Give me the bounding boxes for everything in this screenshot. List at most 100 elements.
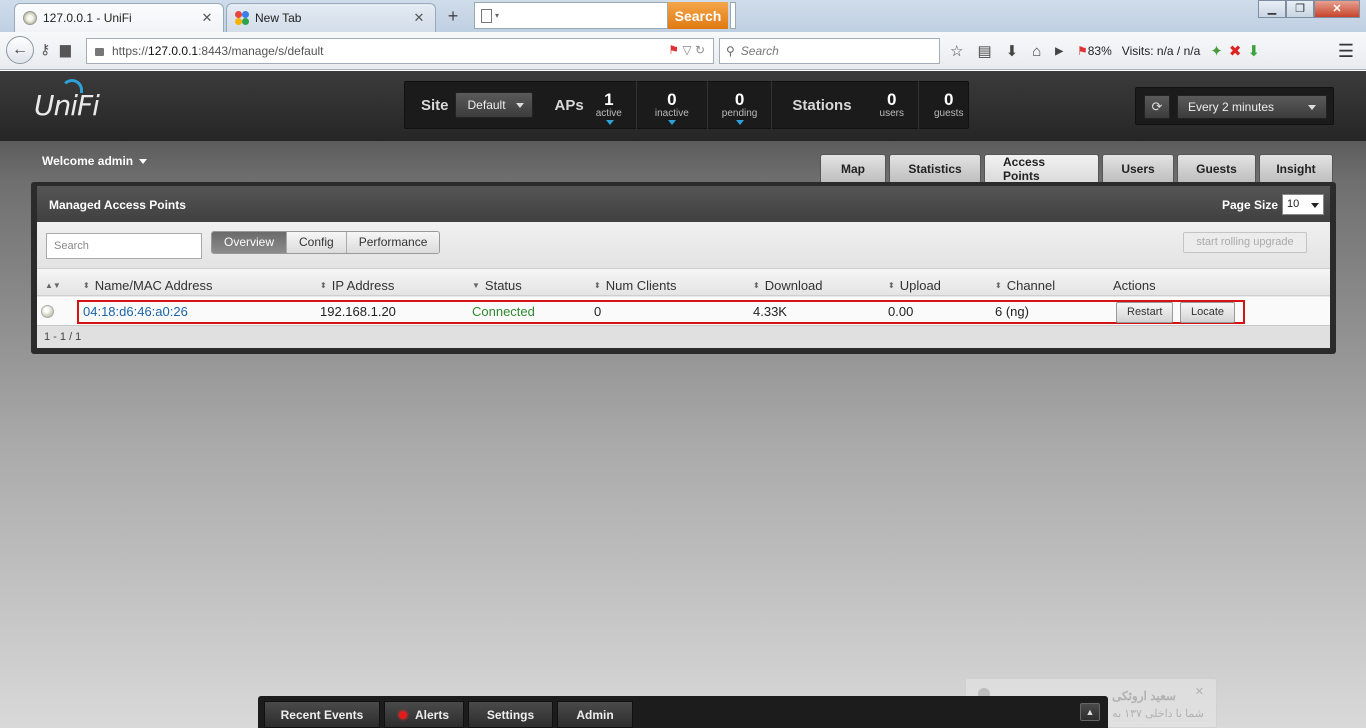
ap-search-input[interactable]: Search [46, 233, 202, 259]
sort-icon: ⬍ [753, 281, 760, 290]
chevron-down-icon [605, 120, 614, 125]
browser-tab-new[interactable]: New Tab ✕ [226, 3, 436, 32]
restart-button[interactable]: Restart [1116, 302, 1174, 323]
close-tab-icon[interactable]: ✕ [199, 10, 215, 26]
rolling-upgrade-button[interactable]: start rolling upgrade [1183, 232, 1307, 253]
stations-users-stat[interactable]: 0 users [866, 81, 918, 129]
managed-access-points-panel: Managed Access Points Page Size 10 Searc… [31, 182, 1336, 354]
folder-icon[interactable]: ▆ [60, 41, 71, 58]
browser-toolbar-icons: ☆ ▤ ⬇ ⌂ ▶ ⚑83% Visits: n/a / n/a ✦ ✖ ⬇ [950, 40, 1274, 62]
tab-insight[interactable]: Insight [1259, 154, 1333, 183]
hamburger-menu-icon[interactable]: ☰ [1338, 41, 1354, 62]
tab-title: 127.0.0.1 - UniFi [43, 11, 132, 25]
browser-tab-unifi[interactable]: 127.0.0.1 - UniFi ✕ [14, 3, 224, 32]
tab-settings[interactable]: Settings [468, 701, 553, 728]
sort-icon: ▲▼ [45, 281, 61, 290]
dropdown-icon[interactable]: ▽ [682, 43, 691, 57]
window-controls: ▁ ❐ ✕ [1258, 0, 1360, 18]
newtab-favicon-icon [235, 11, 249, 25]
locate-button[interactable]: Locate [1180, 302, 1236, 323]
sort-icon: ⬍ [995, 281, 1002, 290]
tab-statistics[interactable]: Statistics [889, 154, 981, 183]
browser-nav-bar: ← ⚷ ▆ https://127.0.0.1:8443/manage/s/de… [0, 32, 1366, 70]
tab-title: New Tab [255, 11, 302, 25]
home-icon[interactable]: ⌂ [1032, 43, 1041, 60]
tab-admin[interactable]: Admin [557, 701, 633, 728]
wifi-arc-icon [61, 79, 83, 93]
bookmark-star-icon[interactable]: ☆ [950, 42, 963, 60]
reading-list-icon[interactable]: ▤ [977, 42, 991, 60]
view-config[interactable]: Config [286, 232, 346, 253]
alert-dot-icon [398, 711, 407, 719]
extension-icon[interactable]: ✦ [1210, 42, 1223, 60]
toolbar-search-widget: ▾ Search [474, 2, 736, 29]
page-size-label: Page Size [1221, 197, 1278, 212]
notification-title: سعید اروئکی [1112, 689, 1176, 703]
select-column-sort[interactable]: ▲▼ [45, 278, 66, 293]
maximize-icon[interactable]: ❐ [1286, 0, 1314, 18]
browser-tab-bar: 127.0.0.1 - UniFi ✕ New Tab ✕ + ▾ Search… [0, 0, 1366, 32]
visits-counter[interactable]: Visits: n/a / n/a [1122, 44, 1201, 58]
view-overview[interactable]: Overview [212, 232, 287, 253]
youtube-icon[interactable]: ▶ [1055, 46, 1063, 57]
welcome-menu[interactable]: Welcome admin [42, 154, 148, 168]
ap-active-stat[interactable]: 1 active [584, 81, 636, 129]
view-performance[interactable]: Performance [345, 232, 440, 253]
ap-inactive-stat[interactable]: 0 inactive [635, 81, 707, 129]
stats-bar: Site Default APs 1 active 0 inactive 0 p… [404, 81, 969, 129]
tab-recent-events[interactable]: Recent Events [264, 701, 380, 728]
site-search-input[interactable]: ⚲ Search [719, 38, 940, 64]
ap-inactive-count: 0 [667, 89, 677, 109]
view-switcher: Overview Config Performance [211, 231, 441, 254]
column-num-clients[interactable]: ⬍ Num Clients [594, 278, 677, 293]
column-download[interactable]: ⬍ Download [753, 278, 823, 293]
refresh-icon[interactable]: ⟳ [1144, 95, 1170, 119]
chevron-down-icon [667, 120, 676, 125]
url-host: 127.0.0.1 [148, 44, 199, 58]
refresh-control: ⟳ Every 2 minutes [1135, 87, 1334, 125]
zoom-level[interactable]: ⚑83% [1077, 44, 1112, 58]
close-window-icon[interactable]: ✕ [1314, 0, 1360, 18]
flag-icon[interactable]: ⚑ [668, 43, 679, 57]
chevron-down-icon [735, 120, 744, 125]
ap-pending-stat[interactable]: 0 pending [706, 81, 772, 129]
new-tab-button[interactable]: + [440, 5, 466, 27]
site-select[interactable]: Default [454, 92, 533, 118]
key-icon[interactable]: ⚷ [40, 41, 50, 58]
search-icon: ⚲ [726, 44, 735, 58]
column-channel[interactable]: ⬍ Channel [995, 278, 1055, 293]
tab-users[interactable]: Users [1102, 154, 1174, 183]
ap-pending-label: pending [721, 107, 758, 119]
column-name-mac[interactable]: ⬍ Name/MAC Address [83, 278, 212, 293]
reload-icon[interactable]: ↻ [695, 43, 705, 57]
page-icon [481, 8, 492, 23]
tab-alerts[interactable]: Alerts [384, 701, 464, 728]
tab-guests[interactable]: Guests [1177, 154, 1256, 183]
page-size-select[interactable]: 10 [1282, 194, 1324, 215]
lock-icon [95, 48, 104, 56]
column-actions: Actions [1113, 278, 1156, 293]
column-status[interactable]: ▼ Status [472, 278, 522, 293]
page-size-control: Page Size 10 [1222, 194, 1324, 215]
tab-map[interactable]: Map [820, 154, 886, 183]
toolbar-search-button[interactable]: Search [668, 2, 728, 29]
stations-guests-stat[interactable]: 0 guests [918, 81, 978, 129]
chevron-up-icon[interactable]: ▲ [1080, 703, 1100, 721]
green-download-icon[interactable]: ⬇ [1247, 42, 1260, 60]
download-icon[interactable]: ⬇ [1006, 42, 1019, 60]
sort-icon: ⬍ [320, 281, 327, 290]
unifi-logo[interactable]: UniFi [34, 89, 100, 122]
block-icon[interactable]: ✖ [1229, 42, 1242, 60]
stations-label-cell: Stations [771, 81, 865, 129]
refresh-interval-select[interactable]: Every 2 minutes [1177, 95, 1327, 119]
column-ip[interactable]: ⬍ IP Address [320, 278, 394, 293]
back-arrow-icon[interactable]: ← [6, 36, 34, 64]
toolbar-search-input[interactable]: ▾ [474, 2, 668, 29]
column-upload[interactable]: ⬍ Upload [888, 278, 941, 293]
tab-access-points[interactable]: Access Points [984, 154, 1099, 183]
table-header: ▲▼ ⬍ Name/MAC Address ⬍ IP Address ▼ Status… [37, 268, 1330, 296]
close-tab-icon[interactable]: ✕ [411, 10, 427, 26]
minimize-icon[interactable]: ▁ [1258, 0, 1286, 18]
close-icon[interactable]: ✕ [1195, 685, 1204, 698]
address-bar[interactable]: https://127.0.0.1:8443/manage/s/default … [86, 38, 714, 64]
